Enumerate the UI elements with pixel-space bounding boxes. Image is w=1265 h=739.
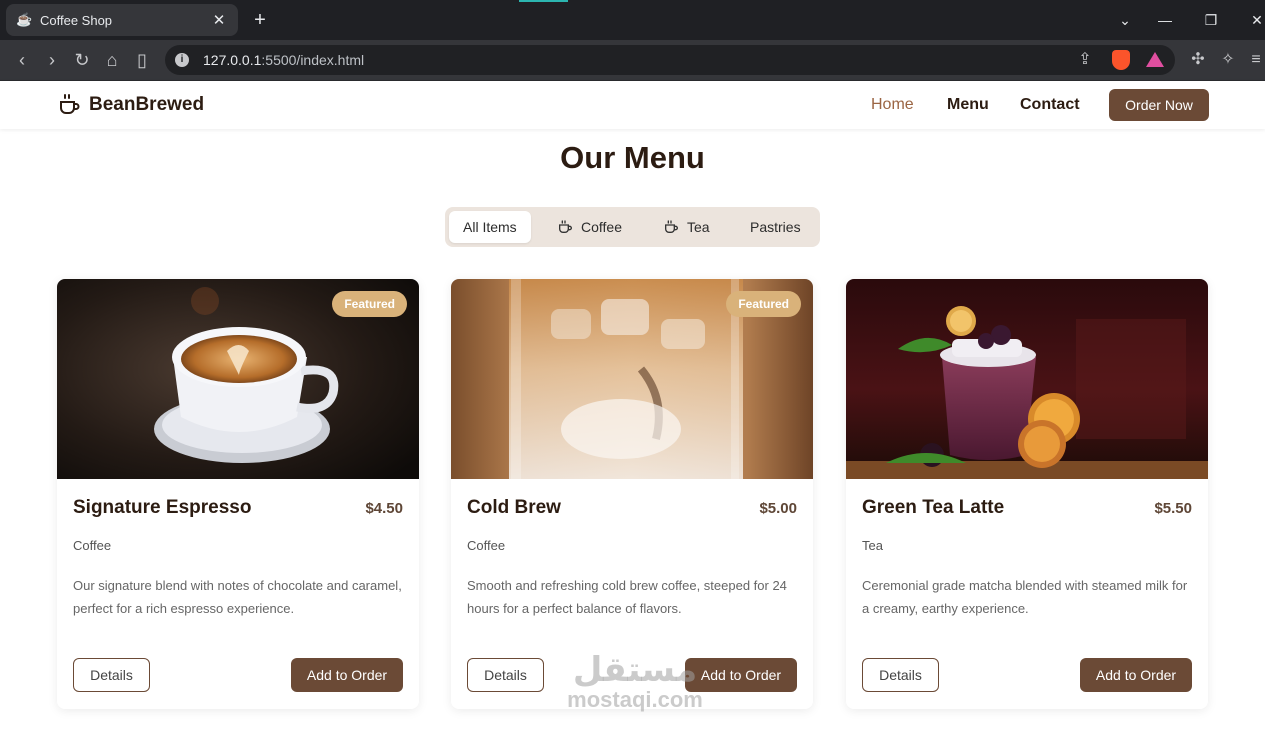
item-description: Ceremonial grade matcha blended with ste…: [862, 578, 1188, 616]
coffee-cup-icon: ☕: [16, 12, 33, 27]
logo[interactable]: BeanBrewed: [57, 93, 204, 117]
nav-menu[interactable]: Menu: [947, 96, 989, 114]
forward-icon[interactable]: ›: [40, 48, 64, 72]
cold-brew-image: Featured: [451, 279, 813, 479]
green-tea-latte-image: [846, 279, 1208, 479]
filter-pastries[interactable]: Pastries: [750, 211, 801, 243]
brave-rewards-icon[interactable]: [1146, 52, 1164, 67]
browser-tab-bar: ☕ Coffee Shop ✕ + ⌄ — ❐ ✕: [0, 0, 1265, 40]
brave-shield-icon[interactable]: [1112, 50, 1130, 70]
close-tab-icon[interactable]: ✕: [210, 11, 228, 29]
extensions-icon[interactable]: ✣: [1186, 48, 1210, 72]
details-button[interactable]: Details: [467, 658, 544, 692]
item-name: Cold Brew: [467, 497, 561, 518]
url-field[interactable]: i 127.0.0.1:5500/index.html: [165, 45, 1175, 75]
order-now-button[interactable]: Order Now: [1109, 89, 1209, 121]
tab-search-icon[interactable]: ⌄: [1111, 8, 1139, 32]
nav-home[interactable]: Home: [871, 96, 914, 114]
item-description: Smooth and refreshing cold brew coffee, …: [467, 578, 787, 616]
cup-icon: [665, 220, 678, 233]
category-filter: All Items Coffee Tea Pastries: [445, 207, 820, 247]
new-tab-icon[interactable]: +: [250, 8, 270, 32]
featured-badge: Featured: [726, 291, 801, 317]
item-description: Our signature blend with notes of chocol…: [73, 578, 402, 616]
filter-label: All Items: [463, 219, 517, 235]
item-price: $5.50: [1154, 500, 1192, 517]
page-title: Our Menu: [560, 140, 705, 175]
featured-badge: Featured: [332, 291, 407, 317]
watermark-arabic: مستقل: [572, 650, 698, 690]
details-button[interactable]: Details: [862, 658, 939, 692]
browser-tab[interactable]: ☕ Coffee Shop ✕: [6, 4, 238, 36]
filter-label: Coffee: [581, 219, 622, 235]
menu-icon[interactable]: ≡: [1244, 48, 1265, 72]
item-price: $5.00: [759, 500, 797, 517]
filter-label: Tea: [687, 219, 710, 235]
filter-tea[interactable]: Tea: [663, 211, 710, 243]
watermark: مستقل mostaqi.com: [555, 652, 715, 712]
cup-icon: [559, 220, 572, 233]
leo-icon[interactable]: ✧: [1216, 48, 1240, 72]
add-to-order-button[interactable]: Add to Order: [291, 658, 403, 692]
close-window-icon[interactable]: ✕: [1243, 8, 1265, 32]
home-icon[interactable]: ⌂: [100, 48, 124, 72]
item-category: Tea: [862, 538, 883, 553]
url-text: 127.0.0.1:5500/index.html: [203, 52, 365, 68]
site-info-icon[interactable]: i: [175, 53, 189, 67]
brand-name: BeanBrewed: [89, 94, 205, 115]
add-to-order-button[interactable]: Add to Order: [1080, 658, 1192, 692]
restore-icon[interactable]: ❐: [1197, 8, 1225, 32]
item-category: Coffee: [467, 538, 506, 553]
tab-title: Coffee Shop: [40, 12, 113, 28]
address-bar: ‹ › ↻ ⌂ ▯ i 127.0.0.1:5500/index.html ⇪ …: [0, 40, 1265, 81]
filter-label: Pastries: [750, 219, 801, 235]
item-price: $4.50: [365, 500, 403, 517]
reload-icon[interactable]: ↻: [70, 48, 94, 72]
tab-indicator: [519, 0, 568, 2]
item-name: Signature Espresso: [73, 497, 252, 518]
menu-item-card: Green Tea Latte $5.50 Tea Ceremonial gra…: [846, 279, 1208, 709]
watermark-latin: mostaqi.com: [567, 687, 703, 712]
nav-contact[interactable]: Contact: [1020, 96, 1080, 114]
bookmark-icon[interactable]: ▯: [130, 48, 154, 72]
menu-item-card: Featured Signature Espresso $4.50 Coffee…: [57, 279, 419, 709]
site-header: BeanBrewed Home Menu Contact Order Now: [0, 81, 1265, 129]
espresso-image: Featured: [57, 279, 419, 479]
details-button[interactable]: Details: [73, 658, 150, 692]
share-icon[interactable]: ⇪: [1073, 48, 1097, 72]
item-category: Coffee: [73, 538, 112, 553]
back-icon[interactable]: ‹: [10, 48, 34, 72]
menu-item-card: Featured Cold Brew $5.00 Coffee Smooth a…: [451, 279, 813, 709]
minimize-icon[interactable]: —: [1151, 8, 1179, 32]
filter-all-items[interactable]: All Items: [449, 211, 531, 243]
coffee-cup-icon: [60, 94, 80, 114]
item-name: Green Tea Latte: [862, 497, 1005, 518]
filter-coffee[interactable]: Coffee: [557, 211, 622, 243]
